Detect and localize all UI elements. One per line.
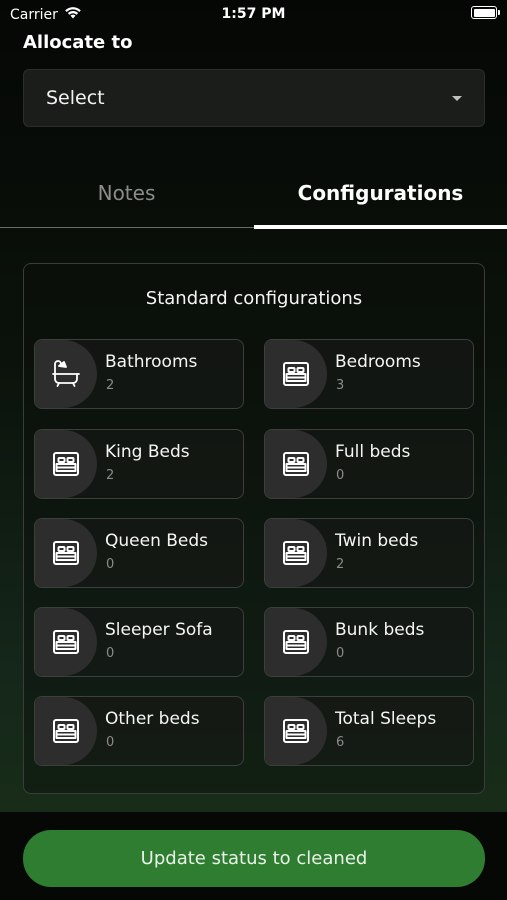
caret-down-icon <box>452 95 462 101</box>
status-time: 1:57 PM <box>221 6 286 22</box>
config-item-label: Sleeper Sofa <box>105 620 213 640</box>
config-item-label: Queen Beds <box>105 531 209 551</box>
status-bar: Carrier 1:57 PM <box>0 0 507 30</box>
config-item-label: Bunk beds <box>335 620 425 640</box>
bed-icon <box>35 608 97 676</box>
tab-notes[interactable]: Notes <box>0 158 253 228</box>
config-item-value: 3 <box>336 378 345 393</box>
config-item-queen-beds[interactable]: Queen Beds 0 <box>34 518 244 588</box>
config-item-value: 0 <box>336 468 345 483</box>
bed-icon <box>35 519 97 587</box>
config-item-label: King Beds <box>105 442 190 462</box>
battery-icon <box>471 6 500 19</box>
standard-configurations-card: Standard configurations Bathrooms 2 Bedr… <box>23 263 485 794</box>
config-item-sleeper-sofa[interactable]: Sleeper Sofa 0 <box>34 607 244 677</box>
bed-icon <box>35 697 97 765</box>
bed-icon <box>265 697 327 765</box>
config-item-value: 6 <box>336 735 345 750</box>
config-item-full-beds[interactable]: Full beds 0 <box>264 429 474 499</box>
config-item-label: Total Sleeps <box>335 709 437 729</box>
config-item-bedrooms[interactable]: Bedrooms 3 <box>264 339 474 409</box>
config-item-bunk-beds[interactable]: Bunk beds 0 <box>264 607 474 677</box>
tab-active-indicator <box>254 225 507 229</box>
tab-configurations[interactable]: Configurations <box>254 158 507 228</box>
bed-icon <box>35 430 97 498</box>
update-status-button[interactable]: Update status to cleaned <box>23 830 485 887</box>
config-item-twin-beds[interactable]: Twin beds 2 <box>264 518 474 588</box>
config-item-label: Other beds <box>105 709 200 729</box>
bed-icon <box>265 430 327 498</box>
config-item-label: Full beds <box>335 442 411 462</box>
config-item-bathrooms[interactable]: Bathrooms 2 <box>34 339 244 409</box>
config-item-label: Bathrooms <box>105 352 198 372</box>
bathtub-icon <box>35 340 97 408</box>
config-item-label: Twin beds <box>335 531 419 551</box>
config-title: Standard configurations <box>145 288 363 309</box>
config-item-value: 0 <box>336 646 345 661</box>
config-item-king-beds[interactable]: King Beds 2 <box>34 429 244 499</box>
config-item-value: 0 <box>106 646 115 661</box>
tab-divider <box>0 227 254 228</box>
allocate-label: Allocate to <box>23 32 133 53</box>
config-item-value: 2 <box>106 378 115 393</box>
allocate-select[interactable]: Select <box>23 69 485 127</box>
config-item-label: Bedrooms <box>335 352 421 372</box>
config-item-value: 2 <box>106 468 115 483</box>
select-value: Select <box>46 87 105 109</box>
config-item-value: 0 <box>106 735 115 750</box>
tab-bar: Notes Configurations <box>0 158 507 230</box>
bed-icon <box>265 608 327 676</box>
bed-icon <box>265 519 327 587</box>
config-item-value: 2 <box>336 557 345 572</box>
config-item-total-sleeps[interactable]: Total Sleeps 6 <box>264 696 474 766</box>
bed-icon <box>265 340 327 408</box>
config-item-value: 0 <box>106 557 115 572</box>
config-item-other-beds[interactable]: Other beds 0 <box>34 696 244 766</box>
